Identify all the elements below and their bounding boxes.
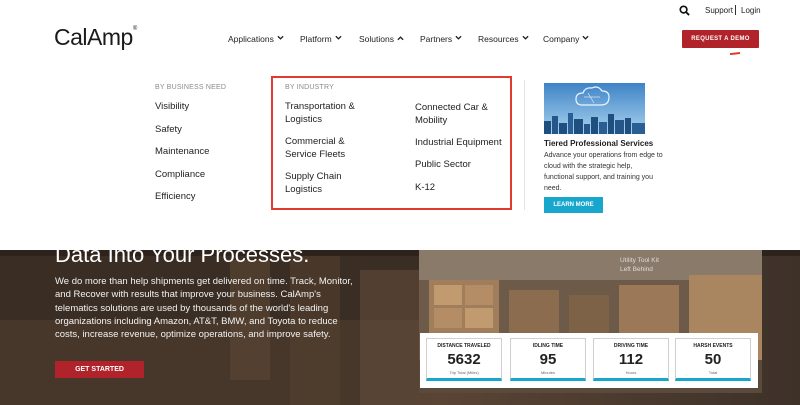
stats-panel: DISTANCE TRAVELED 5632 Trip Total (Miles… [420, 333, 758, 388]
menu-link-maintenance[interactable]: Maintenance [155, 146, 209, 159]
search-icon[interactable] [679, 5, 690, 16]
cloud-network-image [544, 83, 645, 134]
chevron-up-icon [397, 36, 404, 41]
menu-link-transportation[interactable]: Transportation & Logistics [285, 101, 355, 126]
menu-link-public-sector[interactable]: Public Sector [415, 159, 471, 172]
support-link[interactable]: Support [705, 6, 733, 15]
stat-value: 112 [618, 351, 644, 368]
menu-link-efficiency[interactable]: Efficiency [155, 191, 195, 204]
menu-link-industrial-equipment[interactable]: Industrial Equipment [415, 137, 502, 150]
tooltip-overlay: Utility Tool Kit Left Behind [620, 256, 659, 274]
business-need-heading: BY BUSINESS NEED [155, 84, 227, 91]
hero-description: We do more than help shipments get deliv… [55, 276, 353, 341]
stat-label: HARSH EVENTS [693, 343, 733, 349]
nav-label: Company [543, 34, 580, 44]
learn-more-button[interactable]: LEARN MORE [544, 197, 603, 213]
nav-applications[interactable]: Applications [228, 34, 284, 44]
menu-link-safety[interactable]: Safety [155, 124, 182, 137]
menu-link-connected-car[interactable]: Connected Car & Mobility [415, 102, 488, 127]
login-link[interactable]: Login [741, 6, 761, 15]
menu-link-supply-chain[interactable]: Supply Chain Logistics [285, 171, 342, 196]
stat-unit: Total [708, 370, 718, 375]
stat-unit: Trip Total (Miles) [449, 370, 479, 375]
nav-company[interactable]: Company [543, 34, 589, 44]
hero-section: Data Into Your Processes. We do more tha… [0, 250, 800, 405]
request-demo-button[interactable]: REQUEST A DEMO [682, 30, 759, 48]
stat-card-idling: IDLING TIME 95 Minutes [510, 338, 586, 381]
main-nav: Applications Platform Solutions Partners… [0, 34, 800, 46]
menu-link-compliance[interactable]: Compliance [155, 169, 205, 182]
utility-bar: Support Login [0, 0, 800, 22]
menu-link-k12[interactable]: K-12 [415, 182, 435, 195]
stat-label: IDLING TIME [532, 343, 564, 349]
nav-resources[interactable]: Resources [478, 34, 529, 44]
chevron-down-icon [455, 35, 462, 40]
stat-value: 95 [539, 351, 557, 368]
nav-label: Partners [420, 34, 453, 44]
promo-description: Advance your operations from edge to clo… [544, 152, 663, 192]
menu-divider [524, 80, 525, 210]
chevron-down-icon [582, 35, 589, 40]
nav-platform[interactable]: Platform [300, 34, 342, 44]
menu-link-commercial-fleets[interactable]: Commercial & Service Fleets [285, 136, 345, 161]
registered-mark: ® [132, 26, 137, 32]
nav-partners[interactable]: Partners [420, 34, 462, 44]
get-started-button[interactable]: GET STARTED [55, 361, 144, 378]
menu-link-visibility[interactable]: Visibility [155, 101, 189, 114]
industry-heading: BY INDUSTRY [285, 84, 335, 91]
nav-label: Resources [478, 34, 519, 44]
stat-unit: Minutes [540, 370, 555, 375]
divider [735, 5, 736, 15]
nav-label: Platform [300, 34, 332, 44]
chevron-down-icon [335, 35, 342, 40]
promo-title: Tiered Professional Services [544, 139, 654, 148]
stat-unit: Hours [625, 370, 637, 375]
stat-label: DISTANCE TRAVELED [437, 343, 491, 349]
stat-label: DRIVING TIME [613, 343, 649, 349]
nav-label: Applications [228, 34, 274, 44]
hero-headline: Data Into Your Processes. [55, 250, 310, 267]
stat-card-harsh-events: HARSH EVENTS 50 Total [675, 338, 751, 381]
nav-solutions[interactable]: Solutions [359, 34, 404, 44]
nav-label: Solutions [359, 34, 394, 44]
stat-card-driving: DRIVING TIME 112 Hours [593, 338, 669, 381]
overlay-text: Utility Tool Kit Left Behind [620, 257, 659, 273]
stat-card-distance: DISTANCE TRAVELED 5632 Trip Total (Miles… [426, 338, 502, 381]
stat-value: 5632 [447, 351, 481, 368]
stat-value: 50 [704, 351, 722, 368]
chevron-down-icon [522, 35, 529, 40]
chevron-down-icon [277, 35, 284, 40]
